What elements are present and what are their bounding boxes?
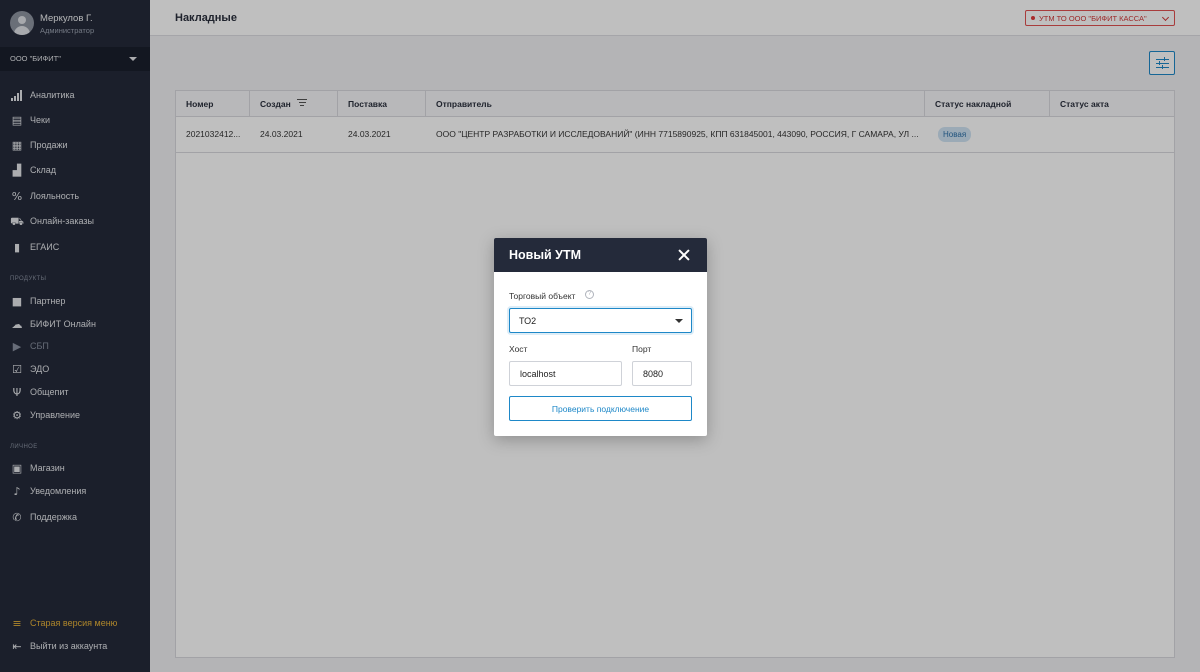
close-icon[interactable] bbox=[676, 247, 692, 263]
host-input[interactable] bbox=[509, 361, 622, 386]
store-select-value: ТО2 bbox=[519, 316, 537, 326]
check-connection-button[interactable]: Проверить подключение bbox=[509, 396, 692, 421]
dialog-title: Новый УТМ bbox=[509, 248, 582, 262]
help-icon[interactable]: ? bbox=[585, 290, 594, 299]
store-field-label: Торговый объект bbox=[509, 291, 576, 301]
port-field-label: Порт bbox=[632, 344, 652, 354]
caret-down-icon bbox=[675, 319, 683, 323]
dialog-header: Новый УТМ bbox=[494, 238, 707, 272]
host-field-label: Хост bbox=[509, 344, 528, 354]
port-input[interactable] bbox=[632, 361, 692, 386]
new-utm-dialog: Новый УТМ Торговый объект ? ТО2 Хост Пор… bbox=[494, 238, 707, 436]
store-select[interactable]: ТО2 bbox=[509, 308, 692, 333]
